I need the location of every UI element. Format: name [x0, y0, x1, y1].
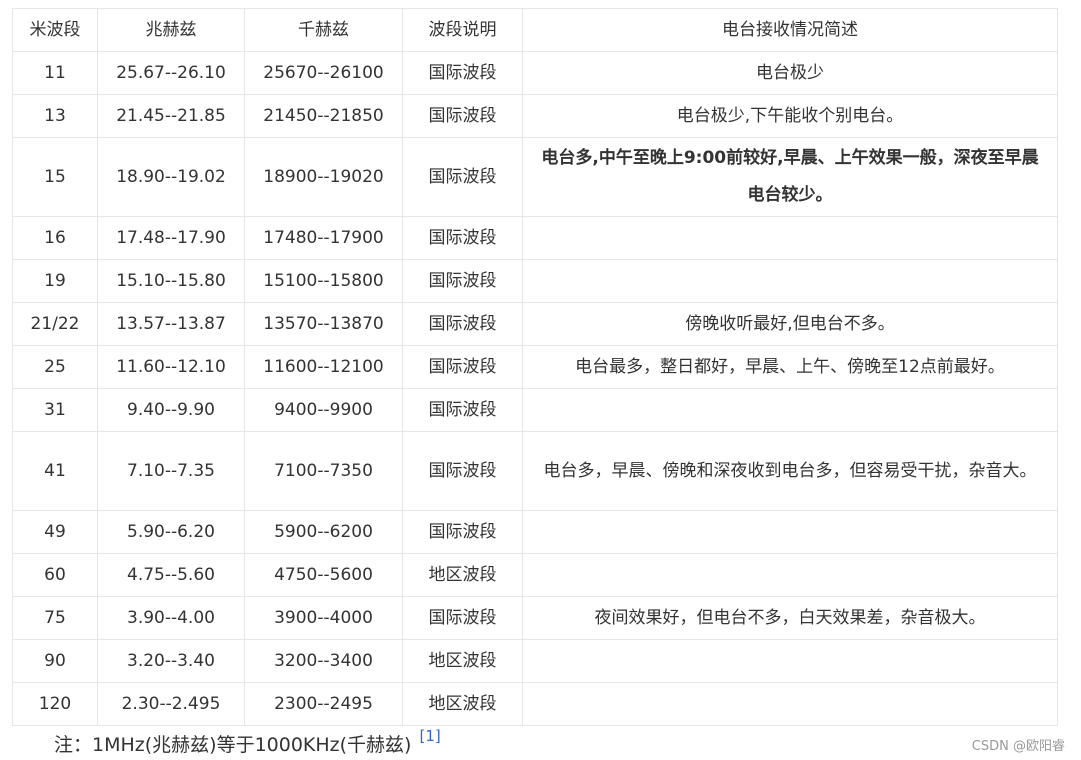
khz-cell: 17480--17900: [244, 216, 403, 260]
khz-cell: 3200--3400: [244, 639, 403, 683]
band-note-cell: 国际波段: [402, 345, 523, 389]
band-note-cell: 国际波段: [402, 137, 523, 217]
mhz-cell: 5.90--6.20: [97, 510, 245, 554]
meter-band-cell: 13: [12, 94, 98, 138]
mhz-cell: 4.75--5.60: [97, 553, 245, 597]
mhz-cell: 3.90--4.00: [97, 596, 245, 640]
reception-summary-cell: [522, 553, 1058, 597]
table-row: 60 4.75--5.60 4750--5600 地区波段: [12, 553, 1058, 597]
mhz-cell: 17.48--17.90: [97, 216, 245, 260]
band-note-cell: 国际波段: [402, 431, 523, 511]
reception-summary-cell: [522, 388, 1058, 432]
table-row: 75 3.90--4.00 3900--4000 国际波段 夜间效果好，但电台不多，白天…: [12, 596, 1058, 640]
table-row: 16 17.48--17.90 17480--17900 国际波段: [12, 216, 1058, 260]
reception-summary-cell: 电台极少,下午能收个别电台。: [522, 94, 1058, 138]
band-note-cell: 国际波段: [402, 510, 523, 554]
mhz-cell: 9.40--9.90: [97, 388, 245, 432]
reception-summary-cell: 夜间效果好，但电台不多，白天效果差，杂音极大。: [522, 596, 1058, 640]
footnote-text: 注：1MHz(兆赫兹)等于1000KHz(千赫兹): [54, 734, 412, 756]
table-row: 90 3.20--3.40 3200--3400 地区波段: [12, 639, 1058, 683]
table-body: 11 25.67--26.10 25670--26100 国际波段 电台极少 13 21.4…: [12, 51, 1058, 726]
table-row: 49 5.90--6.20 5900--6200 国际波段: [12, 510, 1058, 554]
header-cell-khz: 千赫兹: [244, 8, 403, 52]
meter-band-cell: 75: [12, 596, 98, 640]
meter-band-cell: 25: [12, 345, 98, 389]
meter-band-cell: 15: [12, 137, 98, 217]
mhz-cell: 25.67--26.10: [97, 51, 245, 95]
khz-cell: 2300--2495: [244, 682, 403, 726]
reception-summary-cell: 电台多，早晨、傍晚和深夜收到电台多，但容易受干扰，杂音大。: [522, 431, 1058, 511]
meter-band-cell: 16: [12, 216, 98, 260]
table-row: 13 21.45--21.85 21450--21850 国际波段 电台极少,下午能收个…: [12, 94, 1058, 138]
reception-summary-cell: 电台极少: [522, 51, 1058, 95]
table-row: 41 7.10--7.35 7100--7350 国际波段 电台多，早晨、傍晚和深夜收到…: [12, 431, 1058, 511]
band-note-cell: 国际波段: [402, 216, 523, 260]
reception-summary-cell: [522, 510, 1058, 554]
meter-band-cell: 90: [12, 639, 98, 683]
mhz-cell: 15.10--15.80: [97, 259, 245, 303]
khz-cell: 25670--26100: [244, 51, 403, 95]
khz-cell: 18900--19020: [244, 137, 403, 217]
band-note-cell: 地区波段: [402, 682, 523, 726]
band-note-cell: 国际波段: [402, 259, 523, 303]
table-row: 19 15.10--15.80 15100--15800 国际波段: [12, 259, 1058, 303]
meter-band-cell: 49: [12, 510, 98, 554]
khz-cell: 11600--12100: [244, 345, 403, 389]
reception-summary-cell: 电台多,中午至晚上9:00前较好,早晨、上午效果一般，深夜至早晨电台较少。: [522, 137, 1058, 217]
mhz-cell: 13.57--13.87: [97, 302, 245, 346]
band-note-cell: 地区波段: [402, 553, 523, 597]
table-header-row: 米波段 兆赫兹 千赫兹 波段说明 电台接收情况简述: [12, 8, 1058, 52]
reception-summary-cell: [522, 259, 1058, 303]
khz-cell: 3900--4000: [244, 596, 403, 640]
meter-band-cell: 60: [12, 553, 98, 597]
watermark: CSDN @欧阳睿: [971, 739, 1065, 754]
band-note-cell: 国际波段: [402, 51, 523, 95]
reception-summary-cell: 电台最多，整日都好，早晨、上午、傍晚至12点前最好。: [522, 345, 1058, 389]
reception-summary-cell: [522, 639, 1058, 683]
citation-link[interactable]: [1]: [419, 727, 440, 745]
khz-cell: 9400--9900: [244, 388, 403, 432]
meter-band-cell: 120: [12, 682, 98, 726]
table-row: 15 18.90--19.02 18900--19020 国际波段 电台多,中午至晚上9…: [12, 137, 1058, 217]
header-cell-mhz: 兆赫兹: [97, 8, 245, 52]
band-note-cell: 国际波段: [402, 596, 523, 640]
header-cell-meter-band: 米波段: [12, 8, 98, 52]
header-cell-reception-summary: 电台接收情况简述: [522, 8, 1058, 52]
khz-cell: 5900--6200: [244, 510, 403, 554]
mhz-cell: 18.90--19.02: [97, 137, 245, 217]
khz-cell: 21450--21850: [244, 94, 403, 138]
khz-cell: 15100--15800: [244, 259, 403, 303]
mhz-cell: 7.10--7.35: [97, 431, 245, 511]
meter-band-cell: 41: [12, 431, 98, 511]
band-table: 米波段 兆赫兹 千赫兹 波段说明 电台接收情况简述 11 25.67--26.10…: [12, 8, 1058, 726]
band-note-cell: 国际波段: [402, 302, 523, 346]
band-note-cell: 地区波段: [402, 639, 523, 683]
khz-cell: 4750--5600: [244, 553, 403, 597]
header-cell-band-note: 波段说明: [402, 8, 523, 52]
reception-summary-cell: 傍晚收听最好,但电台不多。: [522, 302, 1058, 346]
band-note-cell: 国际波段: [402, 94, 523, 138]
khz-cell: 7100--7350: [244, 431, 403, 511]
meter-band-cell: 19: [12, 259, 98, 303]
meter-band-cell: 11: [12, 51, 98, 95]
mhz-cell: 3.20--3.40: [97, 639, 245, 683]
reception-summary-cell: [522, 216, 1058, 260]
table-row: 25 11.60--12.10 11600--12100 国际波段 电台最多，整日都好，…: [12, 345, 1058, 389]
mhz-cell: 2.30--2.495: [97, 682, 245, 726]
footnote: 注：1MHz(兆赫兹)等于1000KHz(千赫兹) [1]: [54, 727, 441, 757]
table-row: 31 9.40--9.90 9400--9900 国际波段: [12, 388, 1058, 432]
meter-band-cell: 31: [12, 388, 98, 432]
band-note-cell: 国际波段: [402, 388, 523, 432]
khz-cell: 13570--13870: [244, 302, 403, 346]
mhz-cell: 11.60--12.10: [97, 345, 245, 389]
reception-summary-cell: [522, 682, 1058, 726]
table-row: 21/22 13.57--13.87 13570--13870 国际波段 傍晚收听最好,…: [12, 302, 1058, 346]
table-row: 11 25.67--26.10 25670--26100 国际波段 电台极少: [12, 51, 1058, 95]
meter-band-cell: 21/22: [12, 302, 98, 346]
table-row: 120 2.30--2.495 2300--2495 地区波段: [12, 682, 1058, 726]
mhz-cell: 21.45--21.85: [97, 94, 245, 138]
